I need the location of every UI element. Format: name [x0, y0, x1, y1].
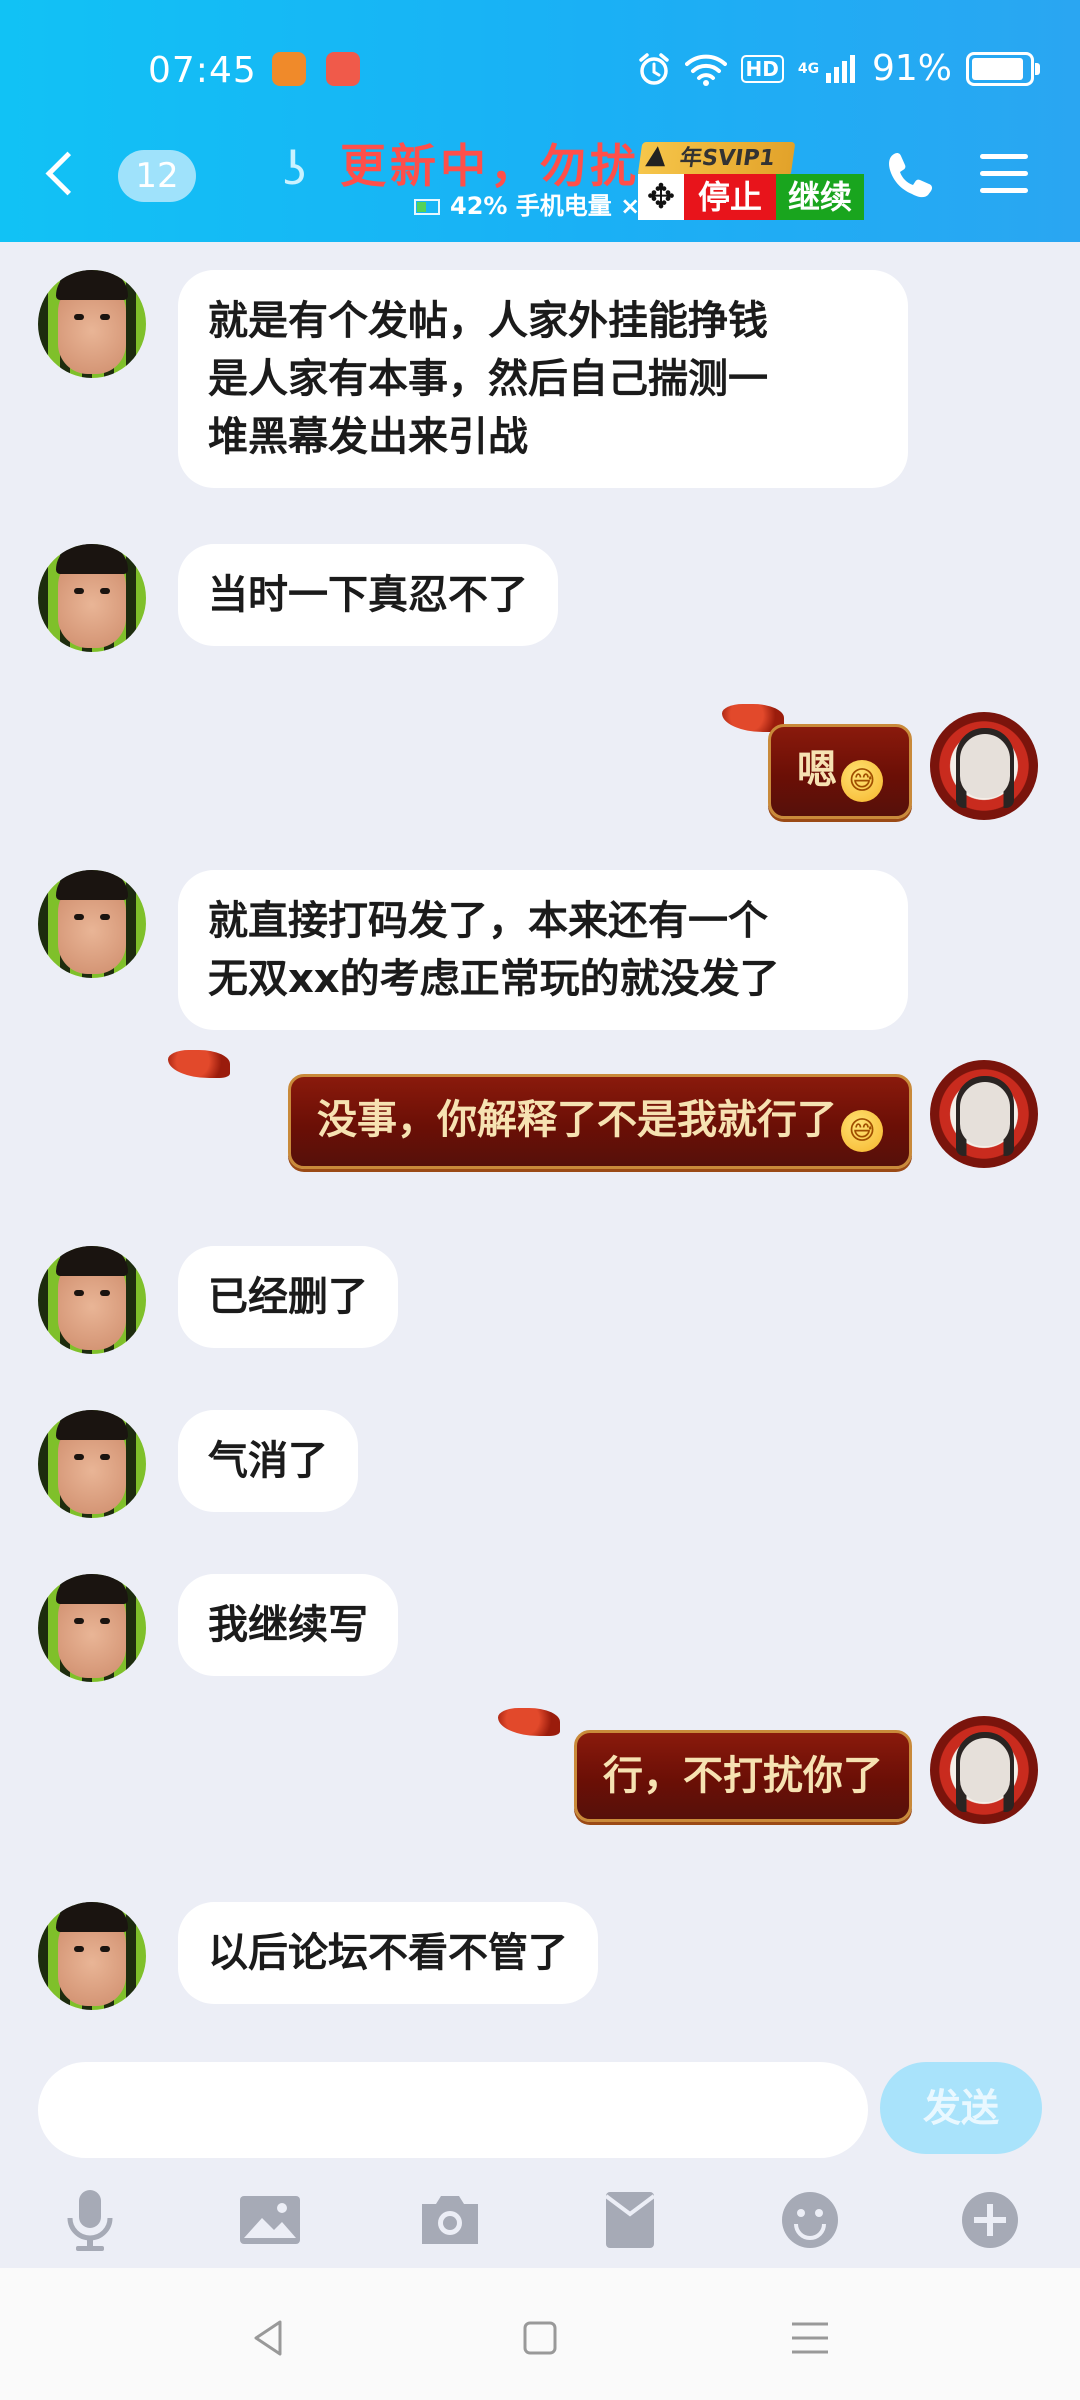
avatar[interactable] [38, 270, 146, 378]
home-square-icon[interactable] [510, 2308, 570, 2368]
avatar[interactable] [930, 1716, 1038, 1824]
message-bubble[interactable]: 就是有个发帖，人家外挂能挣钱 是人家有本事，然后自己揣测一 堆黑幕发出来引战 [178, 270, 908, 488]
emoji-icon[interactable] [772, 2182, 848, 2258]
message-text: 嗯 [797, 747, 837, 793]
status-time: 07:45 [148, 50, 257, 91]
message-bubble[interactable]: 行，不打扰你了 [574, 1730, 912, 1822]
message-bubble[interactable]: 当时一下真忍不了 [178, 544, 558, 646]
dragon-decoration [168, 1050, 230, 1078]
alarm-icon [638, 52, 669, 85]
status-bar: 07:45 HD 4G 91% [0, 46, 1080, 98]
composer: 发送 [0, 2046, 1080, 2166]
dragon-decoration [498, 1708, 560, 1736]
wifi-icon [684, 54, 727, 86]
app-icon [326, 52, 360, 86]
continue-button[interactable]: 继续 [776, 174, 864, 220]
emoji-icon: 😅 [841, 760, 883, 802]
message-bubble[interactable]: 气消了 [178, 1410, 358, 1512]
battery-note: 42% 手机电量 × [414, 186, 640, 221]
message-bubble[interactable]: 没事，你解释了不是我就行了 😅 [288, 1074, 912, 1169]
message-bubble[interactable]: 嗯 😅 [768, 724, 912, 819]
emoji-icon: 😅 [841, 1110, 883, 1152]
message-bubble[interactable]: 已经删了 [178, 1246, 398, 1348]
move-icon[interactable]: ✥ [638, 174, 684, 220]
message-input[interactable] [38, 2062, 868, 2158]
message-text: 没事，你解释了不是我就行了 [317, 1097, 837, 1143]
top-bar: 07:45 HD 4G 91% 12 ʖ 更新中，勿扰 ▲ 年SVIP1 42%… [0, 0, 1080, 242]
phone-icon[interactable] [882, 148, 938, 204]
svip-badge[interactable]: ▲ 年SVIP1 [637, 140, 795, 176]
microphone-icon[interactable] [52, 2182, 128, 2258]
battery-percent: 91% [871, 48, 952, 89]
hat-icon: ▲ [644, 140, 669, 170]
send-button[interactable]: 发送 [880, 2062, 1042, 2154]
avatar[interactable] [38, 544, 146, 652]
recents-menu-icon[interactable] [780, 2308, 840, 2368]
composer-toolbar [0, 2166, 1080, 2270]
system-navigation-bar [0, 2268, 1080, 2400]
image-icon[interactable] [232, 2182, 308, 2258]
red-packet-icon[interactable] [592, 2182, 668, 2258]
back-triangle-icon[interactable] [240, 2308, 300, 2368]
camera-icon[interactable] [412, 2182, 488, 2258]
ear-icon[interactable]: ʖ [283, 142, 306, 196]
chevron-left-icon[interactable] [40, 148, 86, 204]
avatar[interactable] [38, 1902, 146, 2010]
chat-list[interactable]: 就是有个发帖，人家外挂能挣钱 是人家有本事，然后自己揣测一 堆黑幕发出来引战 当… [0, 242, 1080, 2042]
uc-browser-icon [272, 52, 306, 86]
network-type: 4G [797, 60, 820, 77]
battery-icon [966, 51, 1040, 86]
stop-button[interactable]: 停止 [684, 174, 776, 220]
svip-label: 年SVIP1 [678, 146, 777, 171]
battery-mini-icon [414, 199, 440, 215]
chat-header: 12 ʖ 更新中，勿扰 ▲ 年SVIP1 42% 手机电量 × ✥ 停止 继续 [0, 130, 1080, 230]
unread-badge[interactable]: 12 [118, 150, 196, 202]
plus-icon[interactable] [952, 2182, 1028, 2258]
avatar[interactable] [38, 1574, 146, 1682]
avatar[interactable] [930, 1060, 1038, 1168]
message-bubble[interactable]: 我继续写 [178, 1574, 398, 1676]
battery-note-text: 42% 手机电量 [450, 192, 612, 220]
menu-icon[interactable] [980, 152, 1028, 196]
signal-icon: 4G [797, 54, 858, 83]
message-bubble[interactable]: 就直接打码发了，本来还有一个 无双xx的考虑正常玩的就没发了 [178, 870, 908, 1030]
status-right: HD 4G 91% [637, 48, 1040, 89]
hd-icon: HD [740, 54, 784, 83]
avatar[interactable] [930, 712, 1038, 820]
avatar[interactable] [38, 1410, 146, 1518]
message-bubble[interactable]: 以后论坛不看不管了 [178, 1902, 598, 2004]
avatar[interactable] [38, 1246, 146, 1354]
avatar[interactable] [38, 870, 146, 978]
